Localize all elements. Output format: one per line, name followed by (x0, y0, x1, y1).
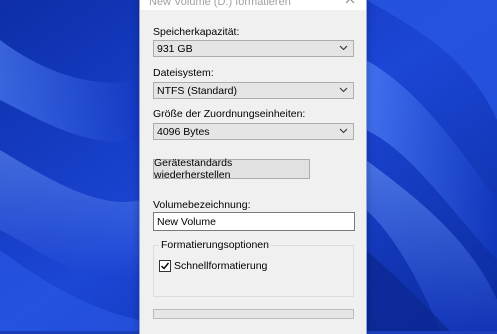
close-button[interactable] (334, 0, 366, 10)
restore-defaults-button[interactable]: Gerätestandards wiederherstellen (153, 157, 310, 181)
quick-format-checkbox[interactable] (159, 260, 171, 272)
format-dialog: New Volume (D:) formatieren Speicherkapa… (140, 0, 366, 334)
volume-label-input[interactable]: New Volume (153, 212, 355, 231)
filesystem-label: Dateisystem: (153, 67, 214, 79)
chevron-down-icon (339, 128, 348, 134)
title-bar: New Volume (D:) formatieren (140, 0, 366, 10)
volume-label-value: New Volume (157, 216, 216, 228)
capacity-label: Speicherkapazität: (153, 26, 240, 38)
format-options-group: Formatierungsoptionen Schnellformatierun… (153, 239, 354, 297)
dialog-title: New Volume (D:) formatieren (149, 0, 291, 8)
format-progress-bar (153, 309, 354, 319)
checkmark-icon (161, 262, 170, 270)
volume-label-label: Volumebezeichnung: (153, 199, 251, 211)
allocation-select[interactable]: 4096 Bytes (153, 123, 354, 140)
chevron-down-icon (339, 45, 348, 51)
capacity-select[interactable]: 931 GB (153, 40, 354, 57)
format-options-title: Formatierungsoptionen (159, 239, 271, 251)
chevron-down-icon (339, 87, 348, 93)
close-icon (345, 0, 355, 4)
filesystem-select[interactable]: NTFS (Standard) (153, 82, 354, 99)
filesystem-value: NTFS (Standard) (157, 85, 237, 97)
allocation-label: Größe der Zuordnungseinheiten: (153, 108, 306, 120)
capacity-value: 931 GB (157, 43, 193, 55)
allocation-value: 4096 Bytes (157, 126, 210, 138)
quick-format-label[interactable]: Schnellformatierung (174, 260, 267, 272)
